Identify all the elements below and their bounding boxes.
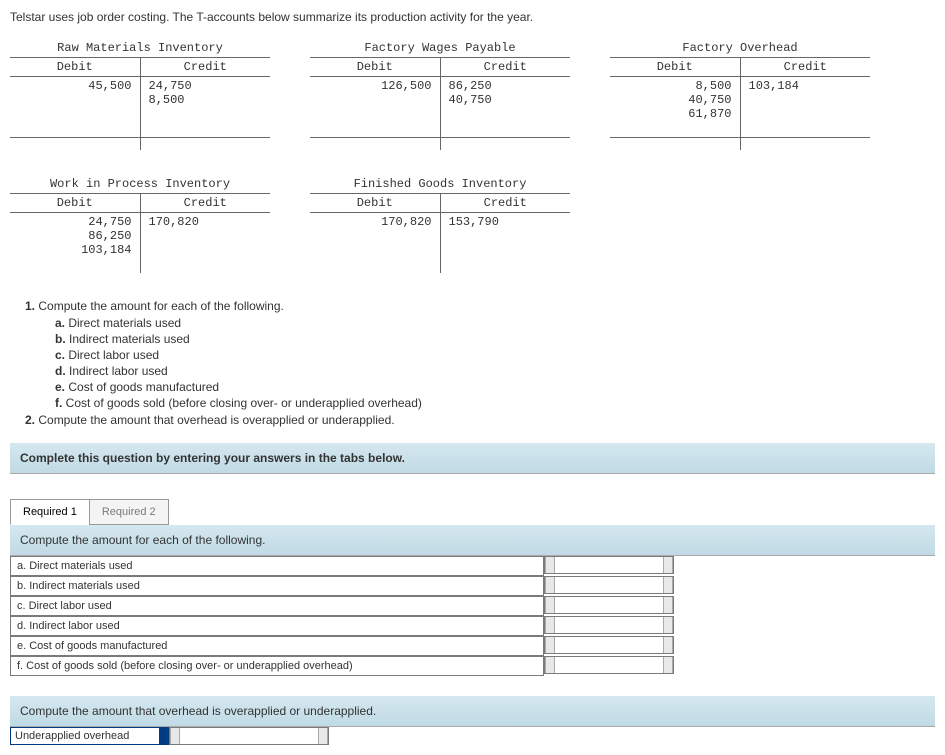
t-accounts-row-2: Work in Process Inventory DebitCredit 24…: [10, 175, 935, 273]
nav-right-icon[interactable]: [663, 577, 673, 593]
debit-col: 126,500: [310, 77, 441, 137]
debit-header: Debit: [610, 58, 741, 76]
q1-c: c. Direct labor used: [55, 347, 935, 363]
nav-left-icon[interactable]: [545, 577, 555, 593]
row-a-input[interactable]: [544, 556, 674, 574]
t-title: Factory Wages Payable: [310, 39, 570, 58]
instruction-bar: Complete this question by entering your …: [10, 443, 935, 474]
row-e-label: e. Cost of goods manufactured: [10, 636, 544, 656]
row-e-input[interactable]: [544, 636, 674, 654]
nav-left-icon[interactable]: [545, 597, 555, 613]
debit-header: Debit: [310, 194, 441, 212]
debit-header: Debit: [310, 58, 441, 76]
value: 8,500: [618, 79, 732, 93]
value: 103,184: [18, 243, 132, 257]
q1-b: b. Indirect materials used: [55, 331, 935, 347]
value: 170,820: [149, 215, 263, 229]
row-c-input[interactable]: [544, 596, 674, 614]
nav-left-icon[interactable]: [170, 728, 180, 744]
value: 170,820: [318, 215, 432, 229]
credit-header: Credit: [441, 58, 571, 76]
credit-header: Credit: [741, 58, 871, 76]
credit-header: Credit: [141, 58, 271, 76]
t-account-finished-goods: Finished Goods Inventory DebitCredit 170…: [310, 175, 570, 273]
t-title: Raw Materials Inventory: [10, 39, 270, 58]
nav-right-icon[interactable]: [663, 637, 673, 653]
question-2: 2. Compute the amount that overhead is o…: [25, 412, 935, 428]
row-d-input[interactable]: [544, 616, 674, 634]
nav-left-icon[interactable]: [545, 617, 555, 633]
value: 45,500: [18, 79, 132, 93]
row-d-label: d. Indirect labor used: [10, 616, 544, 636]
credit-header: Credit: [441, 194, 571, 212]
section-2-title: Compute the amount that overhead is over…: [10, 696, 935, 727]
t-title: Finished Goods Inventory: [310, 175, 570, 194]
value: 8,500: [149, 93, 263, 107]
credit-header: Credit: [141, 194, 271, 212]
debit-col: 24,75086,250103,184: [10, 213, 141, 273]
credit-col: 24,7508,500: [141, 77, 271, 137]
debit-header: Debit: [10, 194, 141, 212]
tab-required-2[interactable]: Required 2: [89, 499, 169, 525]
t-title: Factory Overhead: [610, 39, 870, 58]
value: 86,250: [18, 229, 132, 243]
nav-right-icon[interactable]: [663, 557, 673, 573]
t-account-factory-overhead: Factory Overhead DebitCredit 8,50040,750…: [610, 39, 870, 150]
debit-col: 45,500: [10, 77, 141, 137]
section-1-title: Compute the amount for each of the follo…: [10, 525, 935, 556]
t-title: Work in Process Inventory: [10, 175, 270, 194]
value: 40,750: [449, 93, 563, 107]
value: 153,790: [449, 215, 563, 229]
debit-col: 170,820: [310, 213, 441, 273]
nav-right-icon[interactable]: [318, 728, 328, 744]
question-list: 1. 1. Compute the amount for each of the…: [25, 298, 935, 428]
value: 86,250: [449, 79, 563, 93]
nav-right-icon[interactable]: [663, 657, 673, 673]
tab-required-1[interactable]: Required 1: [10, 499, 90, 525]
q1-e: e. Cost of goods manufactured: [55, 379, 935, 395]
nav-right-icon[interactable]: [663, 617, 673, 633]
overhead-amount-input[interactable]: [169, 727, 329, 745]
tabs: Required 1 Required 2: [10, 499, 935, 525]
row-c-label: c. Direct labor used: [10, 596, 544, 616]
value: 103,184: [749, 79, 863, 93]
t-account-wip: Work in Process Inventory DebitCredit 24…: [10, 175, 270, 273]
value: 126,500: [318, 79, 432, 93]
nav-left-icon[interactable]: [545, 637, 555, 653]
q1-d: d. Indirect labor used: [55, 363, 935, 379]
intro-text: Telstar uses job order costing. The T-ac…: [10, 10, 935, 24]
nav-right-icon[interactable]: [663, 597, 673, 613]
q1-a: a. Direct materials used: [55, 315, 935, 331]
value: 24,750: [18, 215, 132, 229]
row-f-label: f. Cost of goods sold (before closing ov…: [10, 656, 544, 676]
t-account-wages-payable: Factory Wages Payable DebitCredit 126,50…: [310, 39, 570, 150]
credit-col: 103,184: [741, 77, 871, 137]
credit-col: 86,25040,750: [441, 77, 571, 137]
row-b-input[interactable]: [544, 576, 674, 594]
credit-col: 170,820: [141, 213, 271, 273]
q1-f: f. Cost of goods sold (before closing ov…: [55, 395, 935, 411]
row-b-label: b. Indirect materials used: [10, 576, 544, 596]
credit-col: 153,790: [441, 213, 571, 273]
debit-header: Debit: [10, 58, 141, 76]
debit-col: 8,50040,75061,870: [610, 77, 741, 137]
overhead-dropdown[interactable]: Underapplied overhead: [10, 727, 169, 745]
answer-table: a. Direct materials used b. Indirect mat…: [10, 556, 935, 676]
t-accounts-row-1: Raw Materials Inventory DebitCredit 45,5…: [10, 39, 935, 150]
nav-left-icon[interactable]: [545, 557, 555, 573]
nav-left-icon[interactable]: [545, 657, 555, 673]
question-1: 1. 1. Compute the amount for each of the…: [25, 298, 935, 314]
row-a-label: a. Direct materials used: [10, 556, 544, 576]
value: 61,870: [618, 107, 732, 121]
value: 24,750: [149, 79, 263, 93]
t-account-raw-materials: Raw Materials Inventory DebitCredit 45,5…: [10, 39, 270, 150]
row-f-input[interactable]: [544, 656, 674, 674]
value: 40,750: [618, 93, 732, 107]
